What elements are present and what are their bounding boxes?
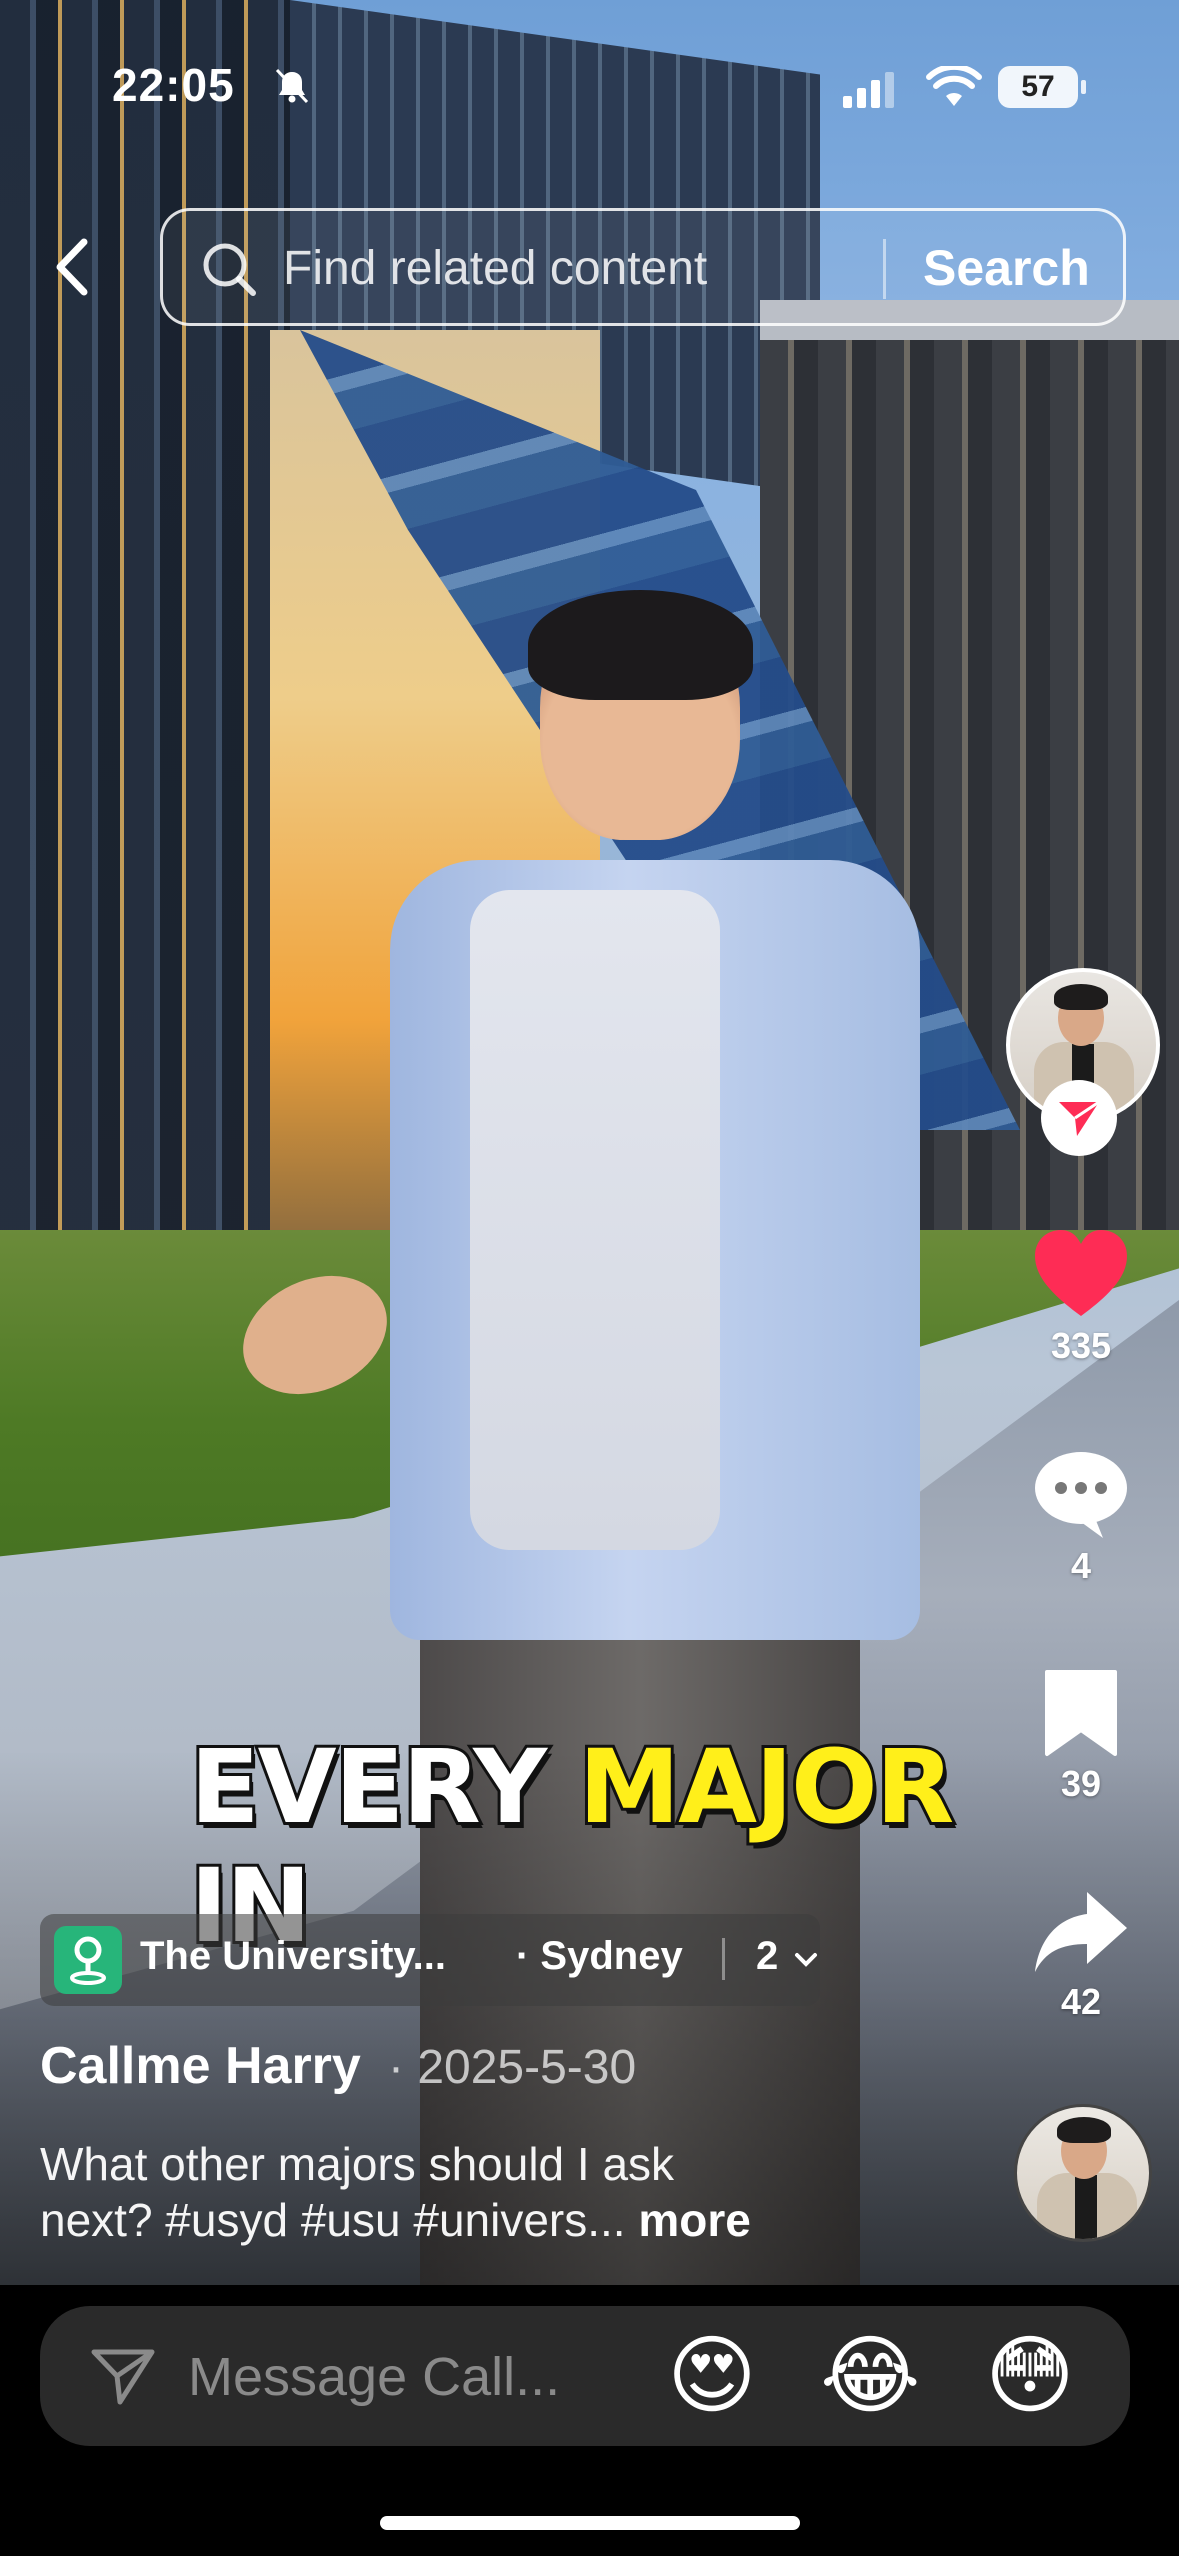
comment-icon: [1035, 1452, 1127, 1538]
search-input[interactable]: Find related content: [283, 241, 707, 296]
post-description[interactable]: What other majors should I ask next? #us…: [40, 2136, 900, 2248]
avatar-hair: [1054, 984, 1108, 1010]
cellular-signal-icon: [843, 72, 894, 108]
person-tshirt: [470, 890, 720, 1550]
location-chip[interactable]: The University... · Sydney 2: [40, 1914, 820, 2006]
message-input[interactable]: Message Call...: [40, 2306, 1130, 2446]
building-left: [0, 0, 290, 1240]
disc-detail: [1075, 2175, 1097, 2239]
emoji-heart-eyes[interactable]: 😍: [662, 2326, 762, 2426]
search-icon: [203, 243, 256, 296]
location-city: · Sydney: [516, 1934, 683, 1978]
wifi-icon: [926, 66, 982, 106]
location-divider: [722, 1938, 725, 1980]
music-disc[interactable]: [1014, 2104, 1152, 2242]
like-count: 335: [1050, 1325, 1112, 1366]
search-bar[interactable]: Find related content Search: [160, 208, 1126, 326]
comment-button[interactable]: 4: [1016, 1448, 1146, 1587]
send-icon: [91, 2349, 155, 2405]
description-line-2: next? #usyd #usu #univers... more: [40, 2192, 900, 2248]
follow-button[interactable]: [1041, 1080, 1117, 1156]
person-hair: [528, 590, 753, 700]
caption-word-highlight: MAJOR: [576, 1725, 958, 1850]
like-button[interactable]: 335: [1016, 1228, 1146, 1367]
location-pin-icon: [54, 1926, 122, 1994]
home-indicator[interactable]: [380, 2516, 800, 2530]
caption-word: EVERY: [187, 1725, 550, 1850]
share-count: 42: [1060, 1981, 1102, 2022]
description-text: next? #usyd #usu #univers...: [40, 2194, 626, 2246]
bookmark-icon: [1045, 1670, 1117, 1756]
heart-icon: [1035, 1230, 1127, 1316]
search-button[interactable]: Search: [923, 239, 1090, 297]
share-icon: [1035, 1892, 1127, 1972]
follow-icon: [1059, 1100, 1100, 1136]
battery-icon: 57: [998, 66, 1086, 108]
disc-hair: [1057, 2117, 1111, 2143]
description-line: What other majors should I ask: [40, 2138, 675, 2190]
author-name[interactable]: Callme Harry: [40, 2036, 361, 2096]
message-placeholder: Message Call...: [188, 2347, 561, 2407]
chevron-down-icon: [795, 1953, 817, 1967]
bell-slash-icon: [275, 68, 309, 104]
location-count: 2: [756, 1934, 779, 1978]
search-divider: [883, 239, 886, 299]
status-time: 22:05: [112, 59, 235, 111]
emoji-tears-of-joy[interactable]: 😂: [820, 2326, 921, 2426]
more-link[interactable]: more: [638, 2194, 750, 2246]
comment-count: 4: [1070, 1545, 1092, 1586]
back-arrow-icon[interactable]: [44, 232, 100, 302]
location-name: The University...: [140, 1934, 447, 1978]
emoji-flushed[interactable]: 😳: [980, 2326, 1080, 2426]
post-date: · 2025-5-30: [388, 2041, 637, 2094]
